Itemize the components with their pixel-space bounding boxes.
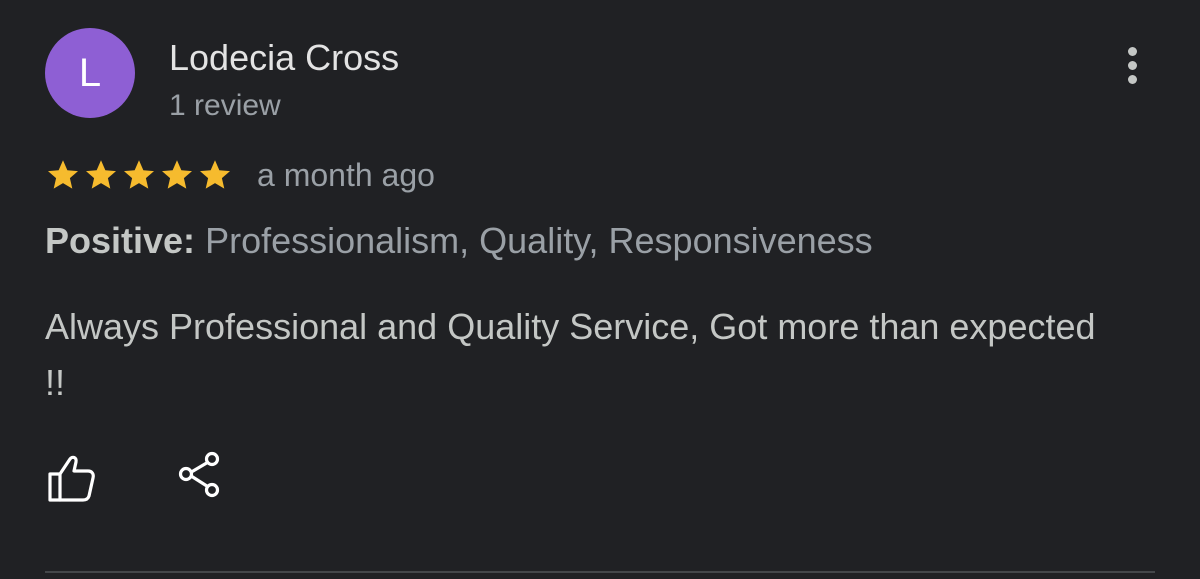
rating-row: a month ago [45, 152, 435, 198]
star-icon [48, 160, 78, 189]
highlights-values: Professionalism, Quality, Responsiveness [205, 220, 873, 261]
highlights-label: Positive: [45, 220, 196, 261]
share-icon [178, 451, 220, 498]
divider [45, 571, 1155, 573]
thumbs-up-icon [48, 455, 95, 502]
share-button[interactable] [176, 450, 224, 500]
review-text: Always Professional and Quality Service,… [45, 306, 1096, 403]
star-icon [124, 160, 154, 189]
more-vert-icon [1127, 46, 1137, 84]
star-rating [45, 157, 233, 193]
reviewer-name[interactable]: Lodecia Cross [169, 36, 399, 80]
avatar-letter: L [78, 51, 102, 95]
review-count: 1 review [169, 89, 281, 122]
star-icon [162, 160, 192, 189]
review-highlights: Positive: Professionalism, Quality, Resp… [45, 218, 873, 264]
more-options-button[interactable] [1112, 40, 1152, 90]
review-date: a month ago [257, 157, 435, 193]
star-icon [200, 160, 230, 189]
review-card: L Lodecia Cross 1 review a month ago Pos… [0, 0, 1200, 579]
like-button[interactable] [44, 452, 98, 504]
star-icon [86, 160, 116, 189]
avatar[interactable]: L [45, 28, 135, 118]
